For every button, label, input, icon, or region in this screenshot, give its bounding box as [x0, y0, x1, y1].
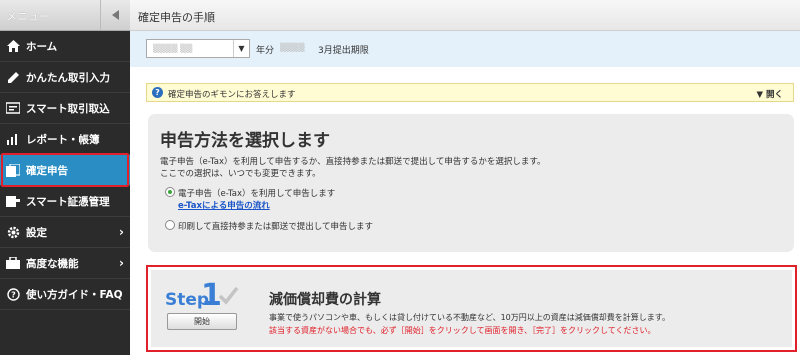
etax-flow-link[interactable]: e-Taxによる申告の流れ [178, 199, 270, 211]
faq-open-toggle[interactable]: ▼ 開く [757, 88, 784, 100]
svg-text:?: ? [11, 290, 16, 299]
paper-option-label[interactable]: 印刷して直接持参または郵送で提出して申告します [178, 220, 373, 232]
year-unit-label: 年分 [256, 46, 275, 56]
etax-option-label[interactable]: 電子申告（e-Tax）を利用して申告します [178, 187, 335, 199]
sidebar-item-label: 高度な機能 [26, 257, 79, 270]
sidebar-item-reports[interactable]: レポート・帳簿 [0, 124, 130, 155]
sidebar-item-advanced[interactable]: 高度な機能 › [0, 248, 130, 279]
sidebar-item-label: レポート・帳簿 [26, 133, 100, 146]
sidebar-item-label: スマート取引取込 [26, 102, 110, 115]
tool-icon [5, 255, 21, 271]
menu-label: メニュー [6, 10, 50, 23]
faq-banner[interactable]: ? 確定申告のギモンにお答えします ▼ 開く [146, 83, 794, 102]
collapse-sidebar-button[interactable] [100, 0, 130, 30]
chevron-right-icon: › [119, 256, 124, 270]
sidebar-item-label: スマート証憑管理 [26, 195, 110, 208]
chevron-right-icon: › [119, 225, 124, 239]
step-1-panel: Step 1 開始 減価償却費の計算 事業で使うパソコンや車、もしくは貸し付けて… [146, 265, 797, 352]
sidebar-item-settings[interactable]: 設定 › [0, 217, 130, 248]
chevron-left-icon [111, 10, 119, 20]
method-heading: 申告方法を選択します [160, 131, 330, 151]
sidebar-item-label: 使い方ガイド・FAQ [26, 288, 123, 301]
pen-icon [5, 69, 21, 85]
step-1-body: Step 1 開始 減価償却費の計算 事業で使うパソコンや車、もしくは貸し付けて… [151, 270, 792, 347]
etax-radio[interactable] [165, 187, 175, 197]
deadline-year-redacted: ▒▒▒▒ [280, 43, 305, 52]
paper-radio[interactable] [165, 220, 175, 230]
sidebar-item-label: 設定 [26, 226, 47, 239]
step-warning: 該当する資産がない場合でも、必ず［開始］をクリックして画面を開き、［完了］をクリ… [269, 326, 656, 335]
sidebar-item-guide-faq[interactable]: ? 使い方ガイド・FAQ [0, 279, 130, 310]
step-heading: 減価償却費の計算 [269, 292, 381, 308]
year-select[interactable]: ▒▒▒▒ ▒▒ ▼ [146, 39, 250, 58]
sidebar-item-easy-entry[interactable]: かんたん取引入力 [0, 62, 130, 93]
faq-text: 確定申告のギモンにお答えします [168, 90, 296, 100]
help-icon: ? [5, 286, 21, 302]
year-bar: ▒▒▒▒ ▒▒ ▼ 年分 ▒▒▒▒ 3月提出期限 [130, 31, 800, 67]
sidebar: メニュー ホーム かんたん取引入力 スマート取引取込 レポート・帳簿 確定申告 … [0, 0, 130, 355]
sidebar-item-home[interactable]: ホーム [0, 31, 130, 62]
main-content: 確定申告の手順 ▒▒▒▒ ▒▒ ▼ 年分 ▒▒▒▒ 3月提出期限 ? 確定申告の… [130, 0, 800, 355]
method-note: ここでの選択は、いつでも変更できます。 [160, 169, 321, 179]
sidebar-item-label: かんたん取引入力 [26, 71, 110, 84]
deadline-label: 3月提出期限 [318, 46, 369, 56]
page-title: 確定申告の手順 [138, 11, 215, 24]
title-bar: 確定申告の手順 [130, 0, 800, 31]
gear-icon [5, 224, 21, 240]
sidebar-header: メニュー [0, 0, 130, 31]
receipt-icon [5, 193, 21, 209]
import-icon [5, 100, 21, 116]
question-icon: ? [152, 87, 163, 98]
chevron-down-icon: ▼ [233, 40, 249, 57]
sidebar-item-smart-import[interactable]: スマート取引取込 [0, 93, 130, 124]
step-description: 事業で使うパソコンや車、もしくは貸し付けている不動産など、10万円以上の資産は減… [269, 313, 670, 322]
method-description: 電子申告（e-Tax）を利用して申告するか、直接持参または郵送で提出して申告する… [160, 157, 546, 167]
filing-method-panel: 申告方法を選択します 電子申告（e-Tax）を利用して申告するか、直接持参または… [148, 114, 794, 252]
sidebar-item-label: ホーム [26, 40, 58, 53]
check-icon [218, 286, 239, 305]
start-button[interactable]: 開始 [167, 313, 237, 330]
sidebar-item-smart-receipts[interactable]: スマート証憑管理 [0, 186, 130, 217]
home-icon [5, 38, 21, 54]
report-icon [5, 131, 21, 147]
active-item-highlight [1, 153, 129, 187]
year-value-redacted: ▒▒▒▒ ▒▒ [153, 44, 193, 53]
